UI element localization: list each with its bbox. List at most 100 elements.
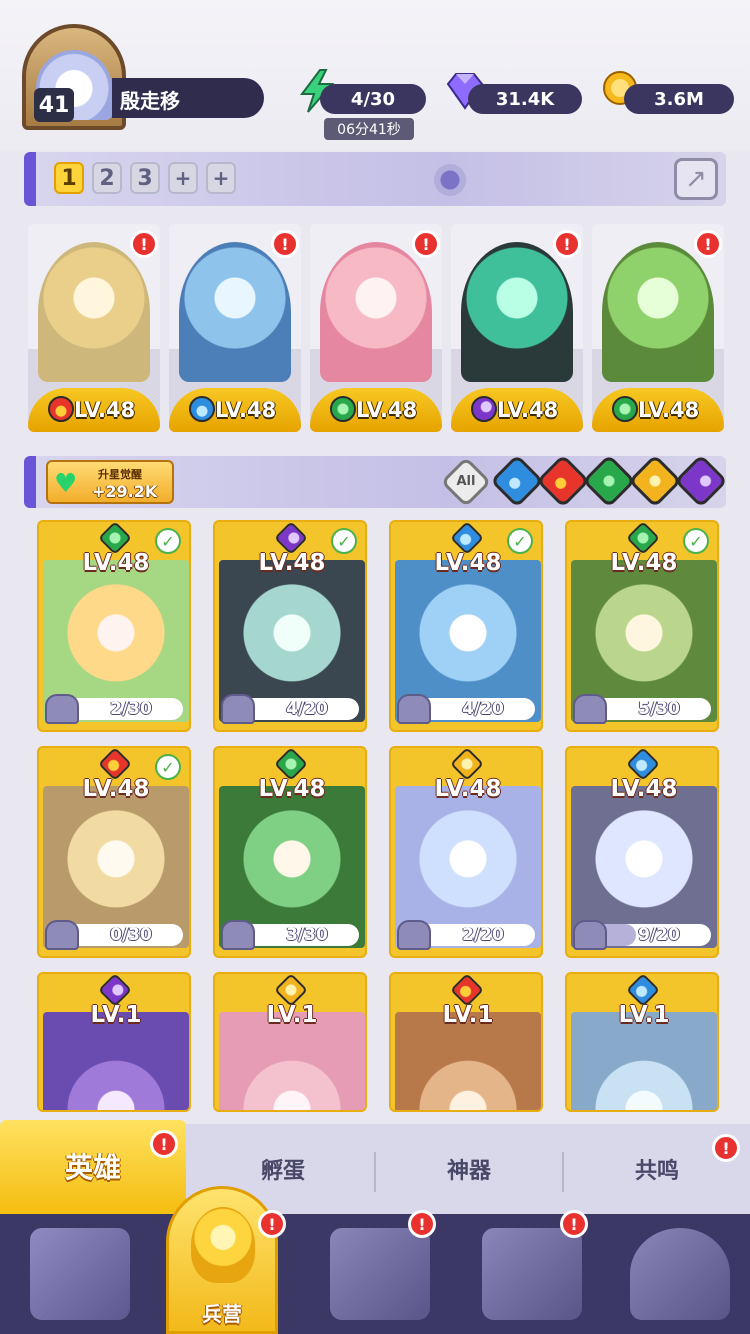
alert-badge: ! — [130, 230, 158, 258]
shard-icon — [221, 920, 255, 950]
add-team-slot-button[interactable]: + — [206, 162, 236, 194]
check-icon: ✓ — [507, 528, 533, 554]
map-icon[interactable] — [330, 1228, 430, 1320]
shard-icon — [397, 920, 431, 950]
hero-card[interactable]: LV.48 ✓ 5/30 — [565, 520, 719, 732]
hero-portrait — [320, 242, 432, 382]
team-slot-2[interactable]: 2 — [92, 162, 122, 194]
hero-card[interactable]: LV.48 9/20 — [565, 746, 719, 958]
magnifier-icon[interactable] — [434, 164, 466, 196]
filter-light-button[interactable] — [628, 454, 682, 508]
check-icon: ✓ — [155, 754, 181, 780]
stamina-value[interactable]: 4/30 — [320, 84, 426, 114]
filter-dark-button[interactable] — [674, 454, 728, 508]
hero-card[interactable]: LV.1 — [37, 972, 191, 1112]
alert-badge: ! — [408, 1210, 436, 1238]
hero-filter-bar: ♥ 升星觉醒 +29.2K All — [24, 454, 728, 508]
hero-level: LV.1 — [90, 1002, 142, 1028]
shard-icon — [573, 694, 607, 724]
team-hero-card[interactable]: LV.48 ! — [592, 224, 724, 432]
share-icon[interactable]: ↗ — [674, 158, 718, 200]
nav-barracks-label: 兵营 — [202, 1302, 242, 1326]
filter-fire-button[interactable] — [536, 454, 590, 508]
shard-progress-bar: 9/20 — [573, 920, 711, 950]
stamina-timer: 06分41秒 — [324, 118, 414, 140]
alert-badge: ! — [694, 230, 722, 258]
heart-icon: ♥ — [54, 469, 78, 499]
hero-portrait — [179, 242, 291, 382]
fire-element-icon — [48, 396, 74, 422]
dark-element-icon — [471, 396, 497, 422]
alert-badge: ! — [712, 1134, 740, 1162]
shard-progress-text: 5/30 — [638, 699, 680, 719]
hero-level: LV.1 — [618, 1002, 670, 1028]
bottom-nav: 兵营 ! ! ! — [0, 1186, 750, 1334]
alert-badge: ! — [271, 230, 299, 258]
team-slot-3[interactable]: 3 — [130, 162, 160, 194]
player-name[interactable]: 殷走移 — [112, 78, 264, 118]
hero-card[interactable]: LV.48 3/30 — [213, 746, 367, 958]
shard-progress-bar: 3/30 — [221, 920, 359, 950]
filter-water-button[interactable] — [490, 454, 544, 508]
shard-icon — [45, 920, 79, 950]
shard-progress-text: 2/30 — [110, 699, 152, 719]
team-hero-card[interactable]: LV.48 ! — [451, 224, 583, 432]
team-hero-card[interactable]: LV.48 ! — [310, 224, 442, 432]
hero-card[interactable]: LV.48 ✓ 4/20 — [213, 520, 367, 732]
shard-icon — [45, 694, 79, 724]
castle-icon[interactable] — [482, 1228, 582, 1320]
shard-progress-text: 4/20 — [462, 699, 504, 719]
hero-portrait — [38, 242, 150, 382]
hero-level: LV.48 — [497, 398, 559, 422]
hero-level: LV.48 — [356, 398, 418, 422]
gems-value[interactable]: 31.4K — [468, 84, 582, 114]
filter-wind-button[interactable] — [582, 454, 636, 508]
category-tabs: 英雄 ! 孵蛋 神器 共鸣 ! — [0, 1120, 750, 1214]
star-awaken-power-button[interactable]: ♥ 升星觉醒 +29.2K — [46, 460, 174, 504]
filter-all-label: All — [456, 474, 476, 489]
shard-progress-bar: 0/30 — [45, 920, 183, 950]
shard-icon — [573, 920, 607, 950]
hero-level: LV.48 — [610, 776, 678, 802]
hero-card[interactable]: LV.1 — [389, 972, 543, 1112]
hero-level: LV.1 — [266, 1002, 318, 1028]
team-hero-card[interactable]: LV.48 ! — [28, 224, 160, 432]
shard-progress-bar: 2/30 — [45, 694, 183, 724]
shard-progress-text: 3/30 — [286, 925, 328, 945]
hero-level: LV.1 — [442, 1002, 494, 1028]
hero-card[interactable]: LV.1 — [565, 972, 719, 1112]
top-bar: 41 殷走移 4/30 06分41秒 31.4K 3.6M — [0, 0, 750, 150]
hero-card[interactable]: LV.48 2/20 — [389, 746, 543, 958]
shard-progress-text: 9/20 — [638, 925, 680, 945]
mushroom-icon[interactable] — [630, 1228, 730, 1320]
check-icon: ✓ — [331, 528, 357, 554]
water-element-icon — [189, 396, 215, 422]
wind-element-icon — [612, 396, 638, 422]
hero-card[interactable]: LV.1 — [213, 972, 367, 1112]
nav-barracks[interactable]: 兵营 — [166, 1186, 278, 1334]
shard-progress-text: 0/30 — [110, 925, 152, 945]
shard-progress-bar: 4/20 — [397, 694, 535, 724]
team-slot-1[interactable]: 1 — [54, 162, 84, 194]
hero-card[interactable]: LV.48 ✓ 2/30 — [37, 520, 191, 732]
check-icon: ✓ — [683, 528, 709, 554]
power-value: +29.2K — [92, 482, 158, 501]
hero-level: LV.48 — [638, 398, 700, 422]
hero-level: LV.48 — [258, 776, 326, 802]
shard-progress-bar: 5/30 — [573, 694, 711, 724]
hero-card[interactable]: LV.48 ✓ 0/30 — [37, 746, 191, 958]
power-label: 升星觉醒 — [98, 468, 142, 481]
team-hero-card[interactable]: LV.48 ! — [169, 224, 301, 432]
wind-element-icon — [330, 396, 356, 422]
cards-icon[interactable] — [30, 1228, 130, 1320]
filter-all-button[interactable]: All — [440, 456, 492, 508]
shard-progress-bar: 4/20 — [221, 694, 359, 724]
alert-badge: ! — [560, 1210, 588, 1238]
tab-artifacts[interactable]: 神器 — [376, 1144, 562, 1194]
add-team-slot-button[interactable]: + — [168, 162, 198, 194]
hero-card[interactable]: LV.48 ✓ 4/20 — [389, 520, 543, 732]
hero-portrait — [461, 242, 573, 382]
player-level: 41 — [34, 88, 74, 122]
gold-value[interactable]: 3.6M — [624, 84, 734, 114]
shard-progress-text: 2/20 — [462, 925, 504, 945]
